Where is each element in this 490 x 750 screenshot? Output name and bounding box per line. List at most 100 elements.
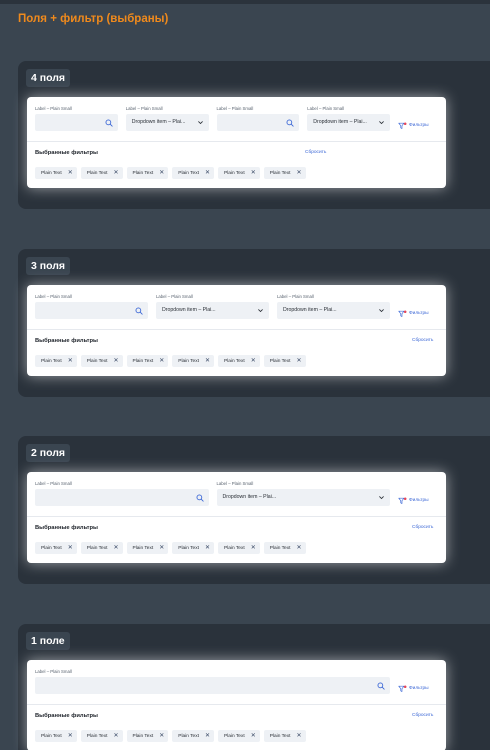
field-value: Dropdown item – Plai... — [131, 119, 186, 125]
reset-link[interactable]: Сбросить — [412, 525, 433, 530]
close-icon[interactable]: ✕ — [68, 170, 73, 176]
dropdown-select[interactable]: Dropdown item – Plai... — [277, 302, 390, 319]
close-icon[interactable]: ✕ — [296, 733, 301, 739]
filter-chip: Plain Text ✕ — [80, 730, 123, 742]
close-icon[interactable]: ✕ — [251, 358, 256, 364]
close-icon[interactable]: ✕ — [68, 358, 73, 364]
close-icon[interactable]: ✕ — [296, 545, 301, 551]
chip-label: Plain Text — [224, 358, 245, 364]
section-label: 2 поля — [26, 444, 71, 462]
dropdown-field: Label – Plain Small Dropdown item – Plai.… — [125, 105, 209, 135]
chevron-down-icon[interactable] — [257, 302, 264, 319]
filters-button-label: Фильтры — [409, 123, 429, 128]
chevron-down-icon[interactable] — [378, 302, 385, 319]
search-input[interactable] — [35, 489, 209, 506]
field-value: Dropdown item – Plai... — [283, 307, 337, 313]
search-icon[interactable] — [377, 677, 385, 694]
close-icon[interactable]: ✕ — [68, 733, 73, 739]
dropdown-field: Label – Plain Small Dropdown item – Plai.… — [156, 293, 269, 323]
selected-filters-title: Выбранные фильтры — [35, 150, 98, 156]
close-icon[interactable]: ✕ — [159, 170, 164, 176]
section-label: 3 поля — [26, 257, 71, 275]
chip-label: Plain Text — [132, 170, 154, 176]
filter-icon — [398, 496, 407, 505]
reset-link[interactable]: Сбросить — [412, 713, 433, 718]
filters-button[interactable]: Фильтры — [398, 293, 438, 323]
chip-label: Plain Text — [86, 545, 108, 551]
search-input[interactable] — [35, 677, 390, 694]
dropdown-select[interactable]: Dropdown item – Plai... — [125, 114, 209, 131]
filter-chip: Plain Text ✕ — [80, 542, 123, 554]
filter-panel: Label – Plain Small Label – Plain Small Dr… — [27, 97, 446, 188]
chevron-down-icon[interactable] — [378, 489, 385, 506]
search-icon[interactable] — [105, 114, 113, 131]
fields-row: Label – Plain Small Label – Plain Small Dr… — [35, 105, 438, 135]
filter-chip: Plain Text ✕ — [263, 730, 306, 742]
chip-label: Plain Text — [178, 733, 199, 739]
filter-chip: Plain Text ✕ — [263, 355, 306, 367]
close-icon[interactable]: ✕ — [159, 358, 164, 364]
close-icon[interactable]: ✕ — [205, 170, 210, 176]
filters-button[interactable]: Фильтры — [398, 668, 438, 698]
filter-chip: Plain Text ✕ — [263, 542, 306, 554]
dropdown-select[interactable]: Dropdown item – Plai... — [156, 302, 269, 319]
dropdown-select[interactable]: Dropdown item – Plai... — [216, 489, 390, 506]
chip-label: Plain Text — [269, 733, 291, 739]
close-icon[interactable]: ✕ — [251, 170, 256, 176]
close-icon[interactable]: ✕ — [296, 170, 301, 176]
chip-label: Plain Text — [41, 545, 62, 551]
close-icon[interactable]: ✕ — [205, 358, 210, 364]
divider — [27, 704, 446, 705]
chip-label: Plain Text — [269, 170, 291, 176]
close-icon[interactable]: ✕ — [205, 545, 210, 551]
close-icon[interactable]: ✕ — [251, 733, 256, 739]
search-icon[interactable] — [135, 302, 143, 319]
close-icon[interactable]: ✕ — [251, 545, 256, 551]
filters-button[interactable]: Фильтры — [398, 480, 438, 510]
filter-chip: Plain Text ✕ — [218, 355, 260, 367]
filter-chip: Plain Text ✕ — [172, 730, 214, 742]
field-label: Label – Plain Small — [35, 669, 72, 674]
filter-icon — [398, 121, 407, 130]
reset-link[interactable]: Сбросить — [412, 338, 433, 343]
field-label: Label – Plain Small — [35, 481, 72, 486]
search-input[interactable] — [216, 114, 300, 131]
filters-button-label: Фильтры — [409, 686, 429, 691]
divider — [27, 141, 446, 142]
search-icon[interactable] — [286, 114, 294, 131]
filter-chip: Plain Text ✕ — [172, 355, 214, 367]
section-label: 4 поля — [26, 69, 71, 87]
field-label: Label – Plain Small — [307, 106, 345, 111]
close-icon[interactable]: ✕ — [159, 545, 164, 551]
search-input[interactable] — [35, 302, 148, 319]
search-field: Label – Plain Small — [35, 105, 118, 135]
filter-chip: Plain Text ✕ — [80, 355, 123, 367]
close-icon[interactable]: ✕ — [68, 545, 73, 551]
search-input[interactable] — [35, 114, 118, 131]
filter-icon — [398, 309, 407, 318]
chevron-down-icon[interactable] — [197, 114, 204, 131]
field-label: Label – Plain Small — [125, 106, 163, 111]
field-label: Label – Plain Small — [216, 481, 254, 486]
search-icon[interactable] — [196, 489, 204, 506]
chip-label: Plain Text — [132, 358, 154, 364]
chip-label: Plain Text — [41, 170, 62, 176]
close-icon[interactable]: ✕ — [113, 170, 118, 176]
close-icon[interactable]: ✕ — [296, 358, 301, 364]
chevron-down-icon[interactable] — [378, 114, 385, 131]
reset-link[interactable]: Сбросить — [305, 150, 326, 155]
section-label: 1 поле — [26, 632, 70, 650]
close-icon[interactable]: ✕ — [113, 545, 118, 551]
filters-button[interactable]: Фильтры — [398, 105, 438, 135]
close-icon[interactable]: ✕ — [159, 733, 164, 739]
search-field: Label – Plain Small — [35, 668, 390, 698]
field-value: Dropdown item – Plai... — [162, 307, 216, 313]
page-title: Поля + фильтр (выбраны) — [18, 13, 169, 25]
close-icon[interactable]: ✕ — [205, 733, 210, 739]
filter-chip: Plain Text ✕ — [35, 542, 77, 554]
divider — [27, 516, 446, 517]
close-icon[interactable]: ✕ — [113, 358, 118, 364]
dropdown-select[interactable]: Dropdown item – Plai... — [307, 114, 390, 131]
search-field: Label – Plain Small — [216, 105, 300, 135]
close-icon[interactable]: ✕ — [113, 733, 118, 739]
